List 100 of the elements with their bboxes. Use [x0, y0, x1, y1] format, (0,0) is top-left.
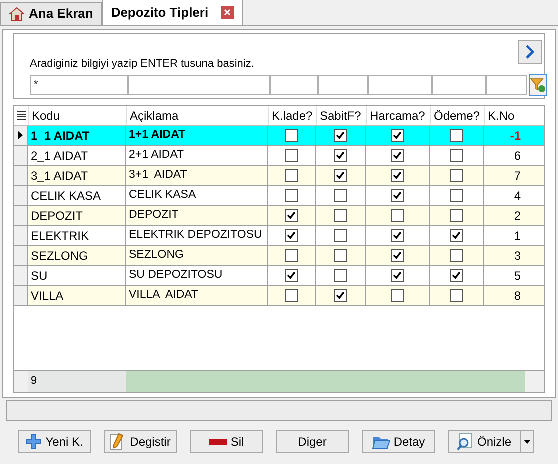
table-cell: VILLA AIDAT [126, 286, 268, 305]
checkbox[interactable] [285, 289, 298, 302]
filter-field[interactable] [432, 75, 486, 95]
checkbox[interactable] [285, 149, 298, 162]
toolbar-button[interactable]: Önizle [448, 430, 521, 454]
toolbar-button[interactable]: Degistir [104, 430, 177, 454]
checkbox[interactable] [450, 129, 463, 142]
checkbox[interactable] [391, 249, 404, 262]
table-row[interactable]: 3_1 AIDAT 3+1 AIDAT 7 [14, 166, 544, 186]
toolbar-button[interactable]: Sil [190, 430, 263, 454]
checkbox[interactable] [285, 209, 298, 222]
table-cell: CELIK KASA [28, 186, 126, 205]
search-hint: Aradiginiz bilgiyi yazip ENTER tusuna basiniz. [30, 57, 256, 71]
table-row[interactable]: 2_1 AIDAT 2+1 AIDAT 6 [14, 146, 544, 166]
checkbox[interactable] [391, 209, 404, 222]
column-header[interactable]: K.No [484, 106, 525, 125]
checkbox[interactable] [391, 189, 404, 202]
tab[interactable]: Depozito Tipleri [102, 0, 243, 25]
checkbox[interactable] [391, 269, 404, 282]
checkbox[interactable] [285, 189, 298, 202]
table-cell: 3_1 AIDAT [28, 166, 126, 185]
checkbox[interactable] [334, 289, 347, 302]
checkbox[interactable] [334, 269, 347, 282]
checkbox[interactable] [334, 249, 347, 262]
toolbar-button[interactable]: Detay [362, 430, 435, 454]
magnifier-icon [457, 432, 474, 451]
checkbox[interactable] [450, 249, 463, 262]
checkbox[interactable] [334, 129, 347, 142]
column-header[interactable]: Açiklama [126, 106, 268, 125]
table-cell: CELIK KASA [126, 186, 268, 205]
next-button[interactable] [518, 40, 542, 64]
filter-button[interactable] [529, 74, 547, 96]
table-row[interactable]: SEZLONG SEZLONG 3 [14, 246, 544, 266]
caret-icon [524, 440, 530, 444]
table-cell-text: 1 [513, 228, 522, 244]
checkbox[interactable] [285, 249, 298, 262]
checkbox[interactable] [391, 229, 404, 242]
toolbar-button[interactable]: Yeni K. [18, 430, 91, 454]
filter-field[interactable] [270, 75, 318, 95]
checkbox[interactable] [450, 169, 463, 182]
filter-field[interactable] [318, 75, 368, 95]
filter-field[interactable] [486, 75, 527, 95]
home-icon [9, 6, 25, 22]
checkbox[interactable] [391, 129, 404, 142]
column-header[interactable]: SabitF? [316, 106, 366, 125]
table-cell: 1_1 AIDAT [28, 126, 126, 145]
pencil-icon [110, 432, 126, 451]
checkbox[interactable] [391, 169, 404, 182]
table-cell: SU DEPOZITOSU [126, 266, 268, 285]
column-header[interactable]: Ödeme? [430, 106, 484, 125]
table-cell-text: 4 [513, 188, 522, 204]
checkbox[interactable] [450, 229, 463, 242]
table-cell-text: 7 [513, 168, 522, 184]
checkbox[interactable] [450, 149, 463, 162]
table-cell-text: 8 [513, 288, 522, 304]
table-cell: SEZLONG [126, 246, 268, 265]
table-cell: SU [28, 266, 126, 285]
table-row[interactable]: CELIK KASA CELIK KASA 4 [14, 186, 544, 206]
checkbox[interactable] [450, 189, 463, 202]
table-cell: 1+1 AIDAT [126, 126, 268, 145]
table-row[interactable]: ELEKTRIK ELEKTRIK DEPOZITOSU 1 [14, 226, 544, 246]
checkbox[interactable] [334, 189, 347, 202]
checkbox[interactable] [450, 289, 463, 302]
checkbox[interactable] [285, 229, 298, 242]
table-row[interactable]: DEPOZIT DEPOZIT 2 [14, 206, 544, 226]
table-cell: SEZLONG [28, 246, 126, 265]
checkbox[interactable] [391, 289, 404, 302]
checkbox[interactable] [334, 169, 347, 182]
checkbox[interactable] [391, 149, 404, 162]
table-cell: DEPOZIT [126, 206, 268, 225]
checkbox[interactable] [334, 149, 347, 162]
filter-field[interactable]: * [30, 75, 128, 95]
checkbox[interactable] [285, 169, 298, 182]
column-header[interactable]: Harcama? [366, 106, 430, 125]
table-cell-text: 6 [513, 148, 522, 164]
record-count: 9 [28, 371, 126, 392]
tab[interactable]: Ana Ekran [0, 2, 102, 25]
table-row[interactable]: 1_1 AIDAT 1+1 AIDAT -1 [14, 126, 544, 146]
table-row[interactable]: SU SU DEPOZITOSU 5 [14, 266, 544, 286]
table-cell-text: 3 [513, 248, 522, 264]
column-header[interactable]: K.lade? [268, 106, 316, 125]
checkbox[interactable] [285, 269, 298, 282]
checkbox[interactable] [334, 209, 347, 222]
table-cell-text: -1 [509, 128, 522, 144]
filter-field[interactable] [368, 75, 432, 95]
table-cell: 3+1 AIDAT [126, 166, 268, 185]
checkbox[interactable] [450, 209, 463, 222]
checkbox[interactable] [285, 129, 298, 142]
table-cell: DEPOZIT [28, 206, 126, 225]
toolbar-button[interactable]: Diger [276, 430, 349, 454]
table-row[interactable]: VILLA VILLA AIDAT 8 [14, 286, 544, 306]
column-header[interactable]: Kodu [28, 106, 126, 125]
table-cell: 2_1 AIDAT [28, 146, 126, 165]
table-cell: ELEKTRIK [28, 226, 126, 245]
close-icon[interactable] [220, 6, 234, 19]
funnel-icon [530, 77, 546, 93]
checkbox[interactable] [450, 269, 463, 282]
checkbox[interactable] [334, 229, 347, 242]
filter-field[interactable] [128, 75, 270, 95]
dropdown-button[interactable] [521, 430, 534, 454]
